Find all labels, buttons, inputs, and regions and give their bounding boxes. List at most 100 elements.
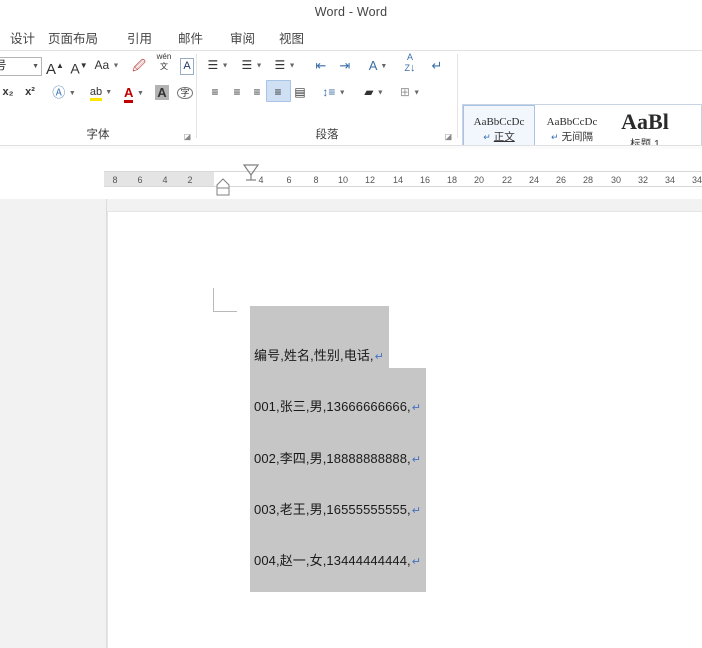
align-center-button[interactable]: ≡ xyxy=(226,82,248,103)
enclose-characters-button[interactable]: 字 xyxy=(174,82,196,103)
ruler-tick: 10 xyxy=(337,175,348,185)
font-dialog-launcher[interactable]: ◪ xyxy=(183,132,192,141)
text-highlight-button[interactable]: ab ▼ xyxy=(84,82,118,103)
font-color-button[interactable]: A ▼ xyxy=(118,82,150,103)
chevron-down-icon: ▼ xyxy=(105,89,113,96)
horizontal-ruler[interactable]: 8 6 4 2 4 6 8 10 12 14 16 18 20 22 24 26… xyxy=(104,171,702,187)
decrease-indent-icon: ⇤ xyxy=(315,58,327,73)
ruler-tick: 16 xyxy=(419,175,430,185)
style-sample: AaBl xyxy=(621,109,669,134)
left-indent-marker[interactable] xyxy=(212,173,234,199)
ruler-tick: 6 xyxy=(286,175,292,185)
tab-mailings[interactable]: 邮件 xyxy=(172,29,209,49)
tab-review[interactable]: 审阅 xyxy=(224,29,261,49)
clear-formatting-button[interactable]: 🖉 xyxy=(128,55,150,76)
subscript-icon: x₂ xyxy=(2,86,14,98)
align-left-button[interactable]: ≡ xyxy=(204,82,226,103)
distribute-button[interactable]: ▤ xyxy=(289,82,311,103)
shrink-font-icon: A xyxy=(70,60,80,77)
document-page[interactable]: 编号,姓名,性别,电话,↵ 001,张三,男,13666666666,↵ 002… xyxy=(107,211,702,648)
character-border-icon: A xyxy=(180,58,194,75)
show-formatting-marks-button[interactable]: ↵ xyxy=(426,55,448,76)
justify-button[interactable]: ≡ xyxy=(267,82,289,103)
character-border-button[interactable]: A xyxy=(176,55,198,76)
tab-design[interactable]: 设计 xyxy=(4,29,41,49)
page-margin-corner-mark xyxy=(213,288,237,312)
chevron-down-icon: ▼ xyxy=(288,62,296,70)
pilcrow-icon: ↵ xyxy=(411,505,422,517)
line-spacing-icon: ↕≡ xyxy=(322,85,336,99)
chevron-down-icon: ▼ xyxy=(221,62,229,70)
chevron-down-icon: ▼ xyxy=(112,62,120,70)
paragraph-group-label: 段落 xyxy=(315,129,339,141)
chinese-layout-button[interactable]: A ▼ xyxy=(362,55,394,76)
chevron-down-icon: ▼ xyxy=(68,90,76,98)
decrease-indent-button[interactable]: ⇤ xyxy=(310,55,332,76)
highlighter-icon: ab xyxy=(89,86,103,102)
bullets-button[interactable]: ☰ ▼ xyxy=(204,55,232,76)
document-line[interactable]: 001,张三,男,13666666666,↵ xyxy=(254,396,421,415)
pilcrow-icon: ↵ xyxy=(411,454,422,466)
group-separator xyxy=(457,54,458,138)
ruler-tick: 34 xyxy=(664,175,675,185)
font-size-combo[interactable]: 号 ▼ xyxy=(0,57,42,76)
document-canvas[interactable]: 编号,姓名,性别,电话,↵ 001,张三,男,13666666666,↵ 002… xyxy=(0,199,702,648)
shrink-font-button[interactable]: A▼ xyxy=(68,55,90,77)
sort-button[interactable]: A Z↓ xyxy=(398,52,422,74)
grow-font-icon: A xyxy=(46,61,57,78)
change-case-icon: Aa xyxy=(94,58,110,72)
text-effects-button[interactable]: Ⓐ ▼ xyxy=(48,82,80,103)
align-right-button[interactable]: ≡ xyxy=(246,82,268,103)
document-line[interactable]: 004,赵一,女,13444444444,↵ xyxy=(254,550,421,569)
borders-icon: ⊞ xyxy=(399,85,410,99)
numbering-button[interactable]: ☰ ▼ xyxy=(238,55,266,76)
ruler-tick: 4 xyxy=(162,175,168,185)
ruler-tick: 2 xyxy=(187,175,193,185)
character-shading-button[interactable]: A xyxy=(152,82,172,103)
title-bar: Word - Word xyxy=(0,0,702,27)
style-sample: AaBbCcDc xyxy=(473,116,525,128)
increase-indent-icon: ⇥ xyxy=(339,58,351,73)
pilcrow-icon: ↵ xyxy=(411,402,422,414)
chevron-down-icon: ▼ xyxy=(413,89,421,97)
pilcrow-icon: ↵ xyxy=(551,132,559,142)
chevron-down-icon: ▼ xyxy=(137,90,144,98)
document-line[interactable]: 编号,姓名,性别,电话,↵ xyxy=(254,345,384,364)
shading-button[interactable]: ▰ ▼ xyxy=(358,82,390,103)
pilcrow-icon: ↵ xyxy=(411,556,422,568)
superscript-button[interactable]: x² xyxy=(20,82,40,103)
paragraph-dialog-launcher[interactable]: ◪ xyxy=(444,132,453,141)
pilcrow-icon: ↵ xyxy=(431,58,443,73)
style-sample: AaBbCcDc xyxy=(546,116,598,128)
ruler-tick: 26 xyxy=(555,175,566,185)
line-spacing-button[interactable]: ↕≡ ▼ xyxy=(318,82,350,103)
tab-references[interactable]: 引用 xyxy=(121,29,158,49)
ruler-tick: 34 xyxy=(691,175,702,185)
document-line[interactable]: 002,李四,男,18888888888,↵ xyxy=(254,448,421,467)
chinese-layout-icon: A xyxy=(368,58,377,73)
tab-page-layout[interactable]: 页面布局 xyxy=(42,29,104,49)
tab-stop-marker[interactable] xyxy=(240,162,262,184)
increase-indent-button[interactable]: ⇥ xyxy=(334,55,356,76)
multilevel-list-icon: ☰ xyxy=(274,58,286,72)
document-line[interactable]: 003,老王,男,16555555555,↵ xyxy=(254,499,421,518)
borders-button[interactable]: ⊞ ▼ xyxy=(394,82,426,103)
pilcrow-icon: ↵ xyxy=(483,132,491,142)
ruler-tick: 24 xyxy=(528,175,539,185)
word-application-window: Word - Word 设计 页面布局 引用 邮件 审阅 视图 号 ▼ A▲ A… xyxy=(0,0,702,648)
chevron-down-icon: ▼ xyxy=(338,89,346,97)
ruler-tick: 28 xyxy=(582,175,593,185)
phonetic-guide-button[interactable]: wén 文 xyxy=(152,52,176,73)
change-case-button[interactable]: Aa ▼ xyxy=(90,55,124,76)
tab-view[interactable]: 视图 xyxy=(273,29,310,49)
align-right-icon: ≡ xyxy=(253,85,261,99)
subscript-button[interactable]: x₂ xyxy=(0,82,18,103)
multilevel-list-button[interactable]: ☰ ▼ xyxy=(270,55,300,76)
ruler-tick: 32 xyxy=(637,175,648,185)
ruler-tick: 30 xyxy=(610,175,621,185)
grow-font-button[interactable]: A▲ xyxy=(44,55,66,78)
align-center-icon: ≡ xyxy=(233,85,241,99)
phonetic-guide-icon: wén 文 xyxy=(156,52,172,71)
chevron-down-icon: ▼ xyxy=(380,63,388,71)
font-color-icon: A xyxy=(124,85,134,103)
